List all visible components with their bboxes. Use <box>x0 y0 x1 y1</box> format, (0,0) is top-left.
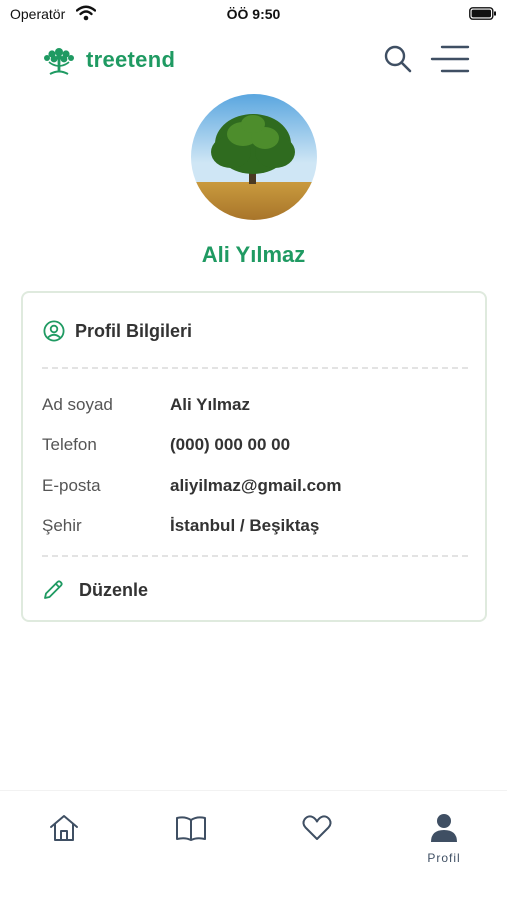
user-icon <box>431 814 457 842</box>
info-value: Ali Yılmaz <box>170 395 250 414</box>
info-value: aliyilmaz@gmail.com <box>170 476 342 495</box>
avatar[interactable] <box>191 94 317 220</box>
status-time: ÖÖ 9:50 <box>226 6 281 22</box>
divider <box>42 555 468 557</box>
book-icon <box>176 816 206 841</box>
edit-label: Düzenle <box>79 579 149 600</box>
menu-icon[interactable] <box>430 44 470 74</box>
heart-icon <box>302 815 332 840</box>
nav-item-home[interactable] <box>24 811 104 891</box>
brand-name: treetend <box>86 47 176 72</box>
brand-logo[interactable]: treetend <box>40 44 175 76</box>
card-header: Profil Bilgileri <box>43 319 192 343</box>
pencil-icon <box>44 580 63 599</box>
info-row-email: E-posta aliyilmaz@gmail.com <box>42 474 472 498</box>
info-label: Şehir <box>42 516 82 535</box>
edit-button[interactable]: Düzenle <box>41 577 148 603</box>
search-icon[interactable] <box>383 44 413 74</box>
nav-item-profile[interactable]: Profil <box>404 811 484 891</box>
user-circle-icon <box>43 320 65 342</box>
info-label: Telefon <box>42 435 97 454</box>
nav-label-profile: Profil <box>427 851 461 865</box>
nav-item-favorites[interactable] <box>277 811 357 891</box>
avatar-image <box>191 94 317 220</box>
info-label: Ad soyad <box>42 395 113 414</box>
divider <box>42 367 468 369</box>
profile-name: Ali Yılmaz <box>201 242 306 267</box>
home-icon <box>50 815 78 841</box>
status-bar: Operatör ÖÖ 9:50 <box>0 0 507 28</box>
battery-icon <box>469 7 496 20</box>
info-row-phone: Telefon (000) 000 00 00 <box>42 433 472 457</box>
card-title: Profil Bilgileri <box>75 320 193 341</box>
info-row-name: Ad soyad Ali Yılmaz <box>42 393 472 417</box>
info-value: (000) 000 00 00 <box>170 435 291 454</box>
tree-logo-icon <box>44 48 74 75</box>
info-value: İstanbul / Beşiktaş <box>170 516 320 535</box>
info-row-city: Şehir İstanbul / Beşiktaş <box>42 514 472 538</box>
profile-info-card: Profil Bilgileri Ad soyad Ali Yılmaz Tel… <box>21 291 487 622</box>
nav-item-book[interactable] <box>151 811 231 891</box>
info-label: E-posta <box>42 476 101 495</box>
bottom-nav: Profil <box>0 790 507 900</box>
